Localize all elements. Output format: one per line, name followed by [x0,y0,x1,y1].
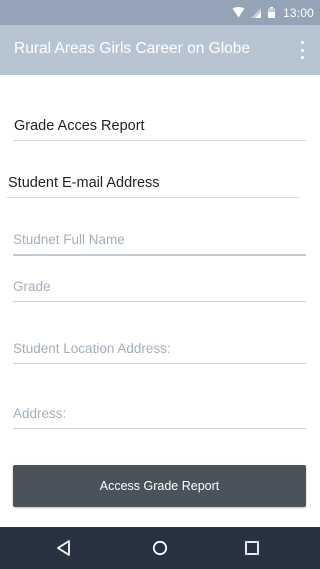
email-value: Student E-mail Address [8,175,160,191]
address-placeholder: Address: [13,406,67,421]
menu-dot [300,48,304,52]
location-address-placeholder: Student Location Address: [13,341,171,356]
more-vert-icon[interactable] [298,41,306,59]
status-icons: 13:00 [232,0,314,25]
address-field[interactable]: Address: [13,391,306,429]
grade-placeholder: Grade [13,279,51,294]
menu-dot [300,41,304,44]
access-grade-report-button[interactable]: Access Grade Report [13,465,306,507]
status-bar: 13:00 [0,0,320,25]
system-nav-bar [0,527,320,569]
location-address-field[interactable]: Student Location Address: [13,328,306,364]
back-icon[interactable] [55,539,73,557]
menu-dot [300,56,304,59]
battery-icon [267,7,275,18]
full-name-field[interactable]: Studnet Full Name [13,220,306,256]
home-icon[interactable] [151,539,169,557]
signal-icon [250,7,261,18]
report-title-field[interactable]: Grade Acces Report [13,105,306,141]
status-time: 13:00 [282,5,314,20]
email-field[interactable]: Student E-mail Address [7,162,299,198]
report-title-value: Grade Acces Report [14,118,145,134]
recents-icon[interactable] [243,539,261,557]
app-title: Rural Areas Girls Career on Globe [14,40,251,57]
wifi-icon [232,7,245,18]
grade-field[interactable]: Grade [13,270,306,302]
full-name-placeholder: Studnet Full Name [13,232,125,247]
app-bar: Rural Areas Girls Career on Globe [0,25,320,75]
